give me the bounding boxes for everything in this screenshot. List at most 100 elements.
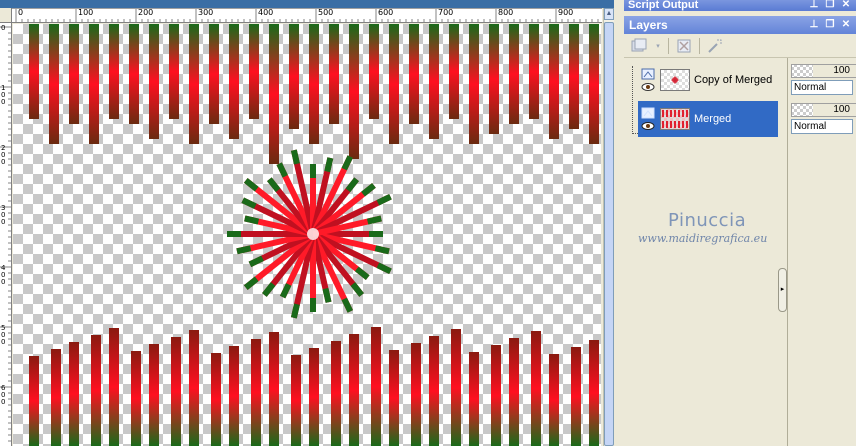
ruler-label: 800 (498, 8, 514, 17)
starburst-ray-tip (366, 215, 382, 225)
layer-props-copy-of-merged: 100 Normal (791, 64, 856, 98)
stripe-bottom (291, 355, 301, 446)
layers-titlebar[interactable]: Layers ⊥ ❐ ✕ (624, 16, 856, 34)
pin-icon[interactable]: ⊥ (808, 0, 820, 11)
stripe-bottom (331, 341, 341, 446)
starburst-ray-tip (322, 287, 332, 303)
starburst-ray-tip (341, 155, 354, 171)
ruler-label: 0 (18, 8, 24, 17)
blend-mode-select[interactable]: Normal (791, 119, 853, 134)
blend-mode-select[interactable]: Normal (791, 80, 853, 95)
stripe-top (429, 24, 439, 139)
stripe-bottom (451, 329, 461, 446)
stripe-top (49, 24, 59, 144)
layer-name: Merged (694, 113, 732, 125)
ruler-label: 5 0 0 (1, 324, 6, 346)
delete-layer-icon[interactable] (675, 37, 693, 55)
restore-icon[interactable]: ❐ (824, 0, 836, 11)
layer-icons (638, 107, 658, 131)
layer-thumbnail (660, 69, 690, 91)
watermark-url: www.maidiregrafica.eu (638, 232, 768, 245)
ruler-label: 900 (558, 8, 574, 17)
script-output-titlebar[interactable]: Script Output ⊥ ❐ ✕ (624, 0, 856, 11)
close-icon[interactable]: ✕ (840, 0, 852, 11)
starburst-ray-tip (376, 193, 392, 206)
starburst-ray-tip (262, 282, 276, 297)
stripe-bottom (531, 331, 541, 446)
layer-props-merged: 100 Normal (791, 103, 856, 137)
panel-splitter-handle[interactable]: ▸ (778, 268, 787, 312)
stripe-top (409, 24, 419, 124)
stripe-bottom (69, 342, 79, 446)
stripe-top (469, 24, 479, 144)
stripe-bottom (571, 347, 581, 446)
starburst-ray-tip (244, 215, 260, 225)
raster-layer-icon (641, 107, 655, 119)
restore-icon[interactable]: ❐ (824, 19, 836, 31)
stripe-bottom (109, 328, 119, 446)
edit-selection-icon[interactable] (706, 37, 724, 55)
stripe-top (389, 24, 399, 144)
starburst-center (307, 228, 319, 240)
toolbar-separator (668, 37, 669, 54)
starburst-ray-tip (279, 283, 292, 299)
stripe-top (229, 24, 239, 139)
scrollbar-thumb[interactable] (604, 22, 614, 446)
opacity-field[interactable]: 100 (791, 64, 856, 78)
stripe-bottom (149, 344, 159, 446)
layer-icons (638, 68, 658, 92)
starburst-ray-tip (324, 157, 334, 173)
ruler-label: 400 (258, 8, 274, 17)
vertical-ruler: 0 1 0 0 2 0 0 3 0 0 4 0 0 5 0 0 6 0 0 (0, 23, 12, 446)
stripe-bottom (29, 356, 39, 446)
layer-name: Copy of Merged (694, 74, 773, 86)
horizontal-ruler: 0 100 200 300 400 500 600 700 800 900 (12, 8, 602, 23)
layer-properties-column: 100 Normal 100 Normal (787, 58, 856, 446)
canvas-artwork (29, 24, 599, 446)
stripe-top (149, 24, 159, 139)
vertical-scrollbar[interactable]: ▲ (603, 8, 614, 446)
toolbar-separator (699, 37, 700, 54)
stripe-bottom (309, 348, 319, 446)
stripe-top (589, 24, 599, 144)
starburst-ray-tip (243, 276, 259, 290)
stripe-top (249, 24, 259, 119)
canvas-pane: 0 100 200 300 400 500 600 700 800 900 0 1 0 0 2 0 0… (0, 0, 614, 446)
stripe-bottom (549, 354, 559, 446)
script-output-title: Script Output (628, 0, 699, 11)
ruler-label: 100 (78, 8, 94, 17)
scroll-up-arrow-icon[interactable]: ▲ (604, 8, 614, 20)
watermark-name: Pinuccia (668, 210, 747, 231)
image-canvas[interactable] (13, 24, 601, 446)
visibility-eye-icon[interactable] (641, 121, 655, 131)
stripe-top (109, 24, 119, 119)
layer-row-merged[interactable]: Merged (638, 101, 778, 137)
stripe-bottom (389, 350, 399, 446)
new-layer-icon[interactable] (630, 37, 648, 55)
window-title-strip (0, 0, 614, 8)
ruler-label: 500 (318, 8, 334, 17)
stripe-bottom (229, 346, 239, 446)
layer-row-copy-of-merged[interactable]: Copy of Merged (638, 62, 778, 98)
visibility-eye-icon[interactable] (641, 82, 655, 92)
ruler-label: 0 (1, 24, 6, 32)
stripe-bottom (131, 351, 141, 446)
pin-icon[interactable]: ⊥ (808, 19, 820, 31)
close-icon[interactable]: ✕ (840, 19, 852, 31)
stripe-top (209, 24, 219, 124)
starburst-ray-tip (341, 297, 354, 313)
stripe-top (89, 24, 99, 144)
ruler-label: 1 0 0 (1, 84, 6, 106)
stripe-top (289, 24, 299, 129)
starburst-ray-tip (236, 245, 252, 255)
opacity-field[interactable]: 100 (791, 103, 856, 117)
stripe-bottom (491, 345, 501, 446)
dropdown-arrow-icon[interactable]: ▾ (654, 37, 662, 55)
starburst-ray-tip (361, 183, 376, 197)
stripe-top (309, 24, 319, 144)
starburst-ray-tip (243, 178, 259, 192)
stripe-top (269, 24, 279, 164)
stripe-top (349, 24, 359, 159)
ruler-label: 4 0 0 (1, 264, 6, 286)
stripe-bottom (469, 352, 479, 446)
